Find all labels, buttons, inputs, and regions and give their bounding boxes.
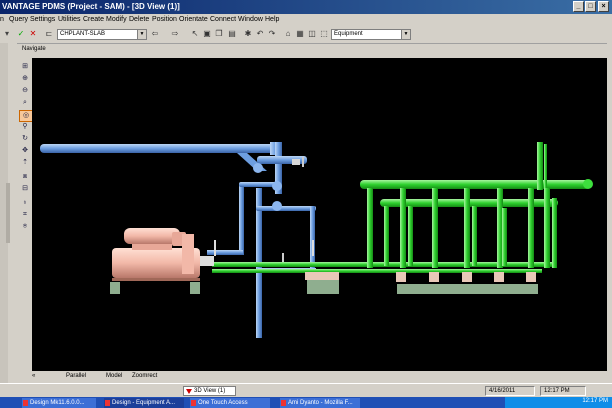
label-icon[interactable]: ⍟ <box>19 222 31 232</box>
menu-delete[interactable]: Delete <box>129 16 149 23</box>
view-icon[interactable]: ▦ <box>295 29 305 39</box>
menu-window[interactable]: Window <box>238 16 263 23</box>
tray-clock: 12:17 PM <box>582 398 608 404</box>
menu-orientate[interactable]: Orientate <box>179 16 208 23</box>
taskbar: Design Mk11.6.0.0... Design - Equipment … <box>0 397 612 408</box>
chevron-down-icon: ▼ <box>401 30 410 39</box>
redo-icon[interactable]: ↷ <box>267 29 277 39</box>
menu-design[interactable]: n <box>0 16 4 23</box>
menu-position[interactable]: Position <box>152 16 177 23</box>
back-icon[interactable]: ⇦ <box>150 29 160 39</box>
filter-icon[interactable]: ⬚ <box>319 29 329 39</box>
maximize-button[interactable]: □ <box>585 1 596 12</box>
cancel-icon[interactable]: ✕ <box>28 29 38 39</box>
title-bar: VANTAGE PDMS (Project - SAM) - [3D View … <box>0 0 612 14</box>
close-button[interactable]: × <box>598 1 609 12</box>
forward-icon[interactable]: ⇨ <box>170 29 180 39</box>
mode-zoomrect[interactable]: Zoomrect <box>132 373 157 379</box>
undo-icon[interactable]: ↶ <box>255 29 265 39</box>
section-icon[interactable]: ⊟ <box>19 184 31 194</box>
view-tab[interactable]: 3D View (1) <box>183 386 236 396</box>
check-icon[interactable]: ✓ <box>16 29 26 39</box>
system-tray: 12:17 PM <box>505 397 612 408</box>
view-toolbar: ⊞ ⊕ ⊖ ⌕ ◎ ⚲ ↻ ✥ ⇡ ⧈ ⊟ ♁ ⌗ ⍟ <box>18 58 33 238</box>
chevron-down-icon: ▼ <box>137 30 146 39</box>
mode-parallel[interactable]: Parallel <box>66 373 86 379</box>
menu-bar: n Query Settings Utilities Create Modify… <box>0 14 612 26</box>
menu-create[interactable]: Create <box>83 16 104 23</box>
element-icon[interactable]: ⊏ <box>44 29 54 39</box>
3d-viewport[interactable] <box>32 58 607 371</box>
status-bar: 3D View (1) 4/16/2011 12:17 PM <box>0 383 612 398</box>
rotate-icon[interactable]: ↻ <box>19 134 31 144</box>
select-icon[interactable]: ◫ <box>307 29 317 39</box>
app-icon <box>281 400 286 406</box>
explorer-pane <box>0 43 17 383</box>
app-icon <box>191 400 196 406</box>
pan-icon[interactable]: ✥ <box>19 146 31 156</box>
status-time: 12:17 PM <box>540 386 586 396</box>
menu-utilities[interactable]: Utilities <box>58 16 81 23</box>
view-mode-bar: « Parallel Model Zoomrect <box>32 371 607 383</box>
main-toolbar: ▾ ✓ ✕ ⊏ CHPLANT-SLAB ▼ ⇦ ⇨ ↖ ▣ ❐ ▤ ✱ ↶ ↷… <box>0 26 612 44</box>
snap-icon[interactable]: ✱ <box>243 29 253 39</box>
zoom-out-icon[interactable]: ⊖ <box>19 86 31 96</box>
app-icon <box>23 400 28 406</box>
pump-equipment <box>112 228 214 281</box>
equipment-combo[interactable]: Equipment ▼ <box>331 29 411 40</box>
model-icon[interactable]: ⌂ <box>283 29 293 39</box>
fly-icon[interactable]: ⇡ <box>19 158 31 168</box>
element-combo[interactable]: CHPLANT-SLAB ▼ <box>57 29 147 40</box>
right-edge <box>607 43 612 383</box>
walk-icon[interactable]: ◎ <box>19 110 33 122</box>
copy-icon[interactable]: ❐ <box>214 29 224 39</box>
app-icon <box>105 400 110 406</box>
plant-model <box>40 142 593 338</box>
task-design-equipment[interactable]: Design - Equipment A... <box>104 398 184 408</box>
menu-query[interactable]: Query <box>9 16 28 23</box>
clip-icon[interactable]: ⧈ <box>19 172 31 182</box>
task-one-touch[interactable]: One Touch Access <box>190 398 270 408</box>
zoom-window-icon[interactable]: ⌕ <box>19 98 31 108</box>
dropdown-arrow-icon[interactable]: ▾ <box>2 29 12 39</box>
scroll-left-icon[interactable]: « <box>32 373 35 379</box>
search-icon[interactable]: ⚲ <box>19 122 31 132</box>
status-date: 4/16/2011 <box>485 386 535 396</box>
measure-icon[interactable]: ⌗ <box>19 210 31 220</box>
menu-connect[interactable]: Connect <box>210 16 236 23</box>
minimize-button[interactable]: _ <box>573 1 584 12</box>
paste-icon[interactable]: ▤ <box>227 29 237 39</box>
pointer-icon[interactable]: ↖ <box>190 29 200 39</box>
zoom-extents-icon[interactable]: ⊞ <box>19 62 31 72</box>
mode-model[interactable]: Model <box>106 373 122 379</box>
box-icon[interactable]: ▣ <box>202 29 212 39</box>
task-mozilla[interactable]: Ami Dyanto - Mozilla F... <box>280 398 360 408</box>
hook-icon[interactable]: ♁ <box>19 198 31 208</box>
menu-modify[interactable]: Modify <box>106 16 127 23</box>
menu-settings[interactable]: Settings <box>30 16 55 23</box>
view-tab-icon <box>186 389 192 394</box>
explorer-scrollbar[interactable] <box>6 183 10 243</box>
zoom-in-icon[interactable]: ⊕ <box>19 74 31 84</box>
task-design-mk[interactable]: Design Mk11.6.0.0... <box>22 398 96 408</box>
menu-help[interactable]: Help <box>265 16 279 23</box>
window-title: VANTAGE PDMS (Project - SAM) - [3D View … <box>2 2 180 11</box>
navigate-label: Navigate <box>22 46 46 52</box>
